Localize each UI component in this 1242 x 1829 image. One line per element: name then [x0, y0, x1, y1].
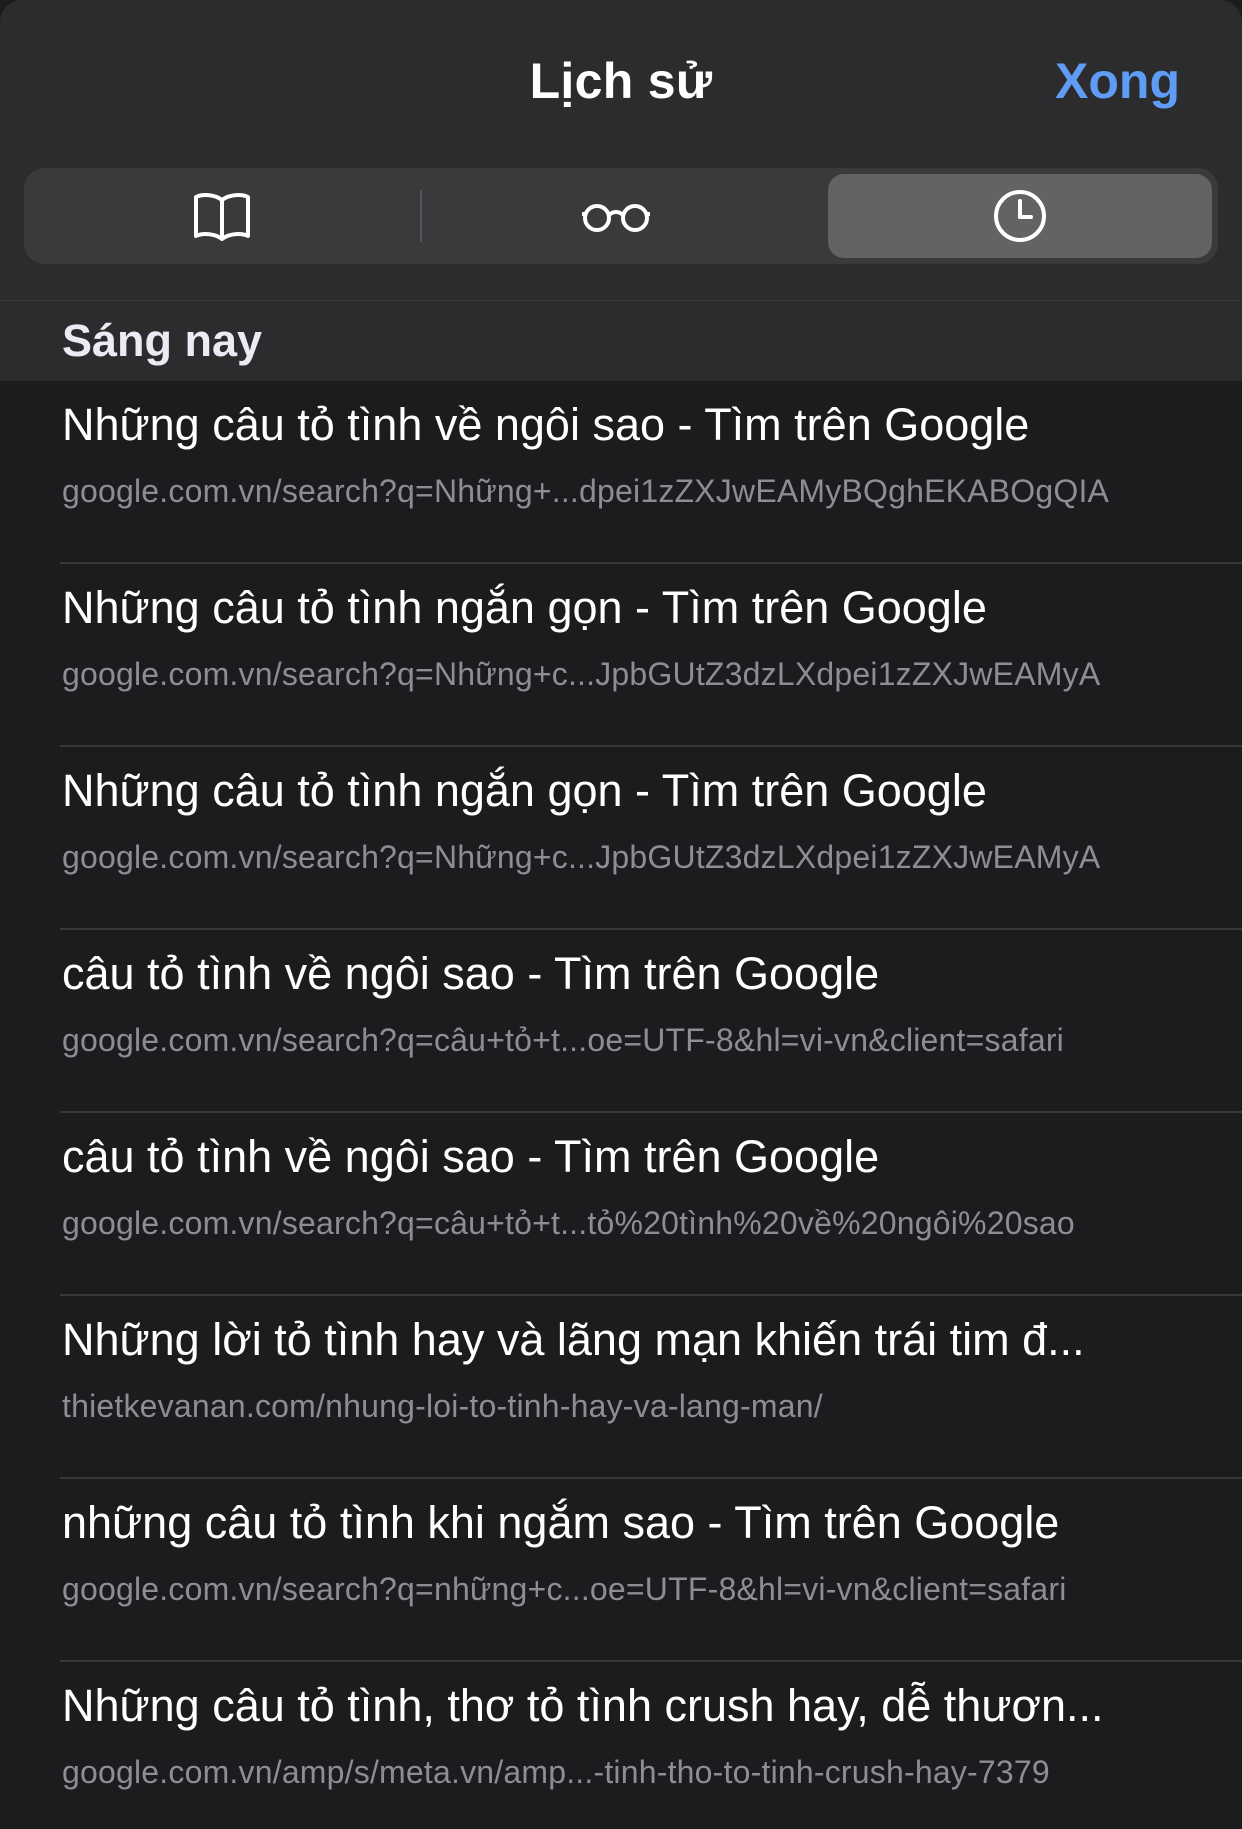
history-item-url: google.com.vn/search?q=những+c...oe=UTF-…	[62, 1571, 1067, 1607]
history-item-title: Những câu tỏ tình, thơ tỏ tình crush hay…	[62, 1680, 1104, 1731]
segment-divider	[420, 190, 422, 242]
history-item-title: những câu tỏ tình khi ngắm sao - Tìm trê…	[62, 1497, 1060, 1548]
history-item[interactable]: Những câu tỏ tình về ngôi sao - Tìm trên…	[0, 381, 1242, 564]
history-item[interactable]: Những lời tỏ tình hay và lãng mạn khiến …	[0, 1296, 1242, 1479]
history-item[interactable]: Những câu tỏ tình ngắn gọn - Tìm trên Go…	[0, 564, 1242, 747]
history-item-title: câu tỏ tình về ngôi sao - Tìm trên Googl…	[62, 1131, 880, 1182]
history-item[interactable]: Những câu tỏ tình, thơ tỏ tình crush hay…	[0, 1662, 1242, 1829]
tab-reading-list[interactable]	[424, 174, 808, 258]
history-item[interactable]: Những câu tỏ tình ngắn gọn - Tìm trên Go…	[0, 747, 1242, 930]
history-item[interactable]: câu tỏ tình về ngôi sao - Tìm trên Googl…	[0, 930, 1242, 1113]
clock-icon	[992, 188, 1048, 244]
tab-history[interactable]	[828, 174, 1212, 258]
section-title: Sáng nay	[62, 315, 263, 366]
history-item-title: Những câu tỏ tình ngắn gọn - Tìm trên Go…	[62, 765, 987, 816]
glasses-icon	[580, 199, 652, 233]
book-icon	[192, 190, 252, 242]
history-item-url: google.com.vn/search?q=câu+tỏ+t...oe=UTF…	[62, 1022, 1064, 1058]
sheet-header: Lịch sử Xong	[0, 0, 1242, 300]
history-item[interactable]: những câu tỏ tình khi ngắm sao - Tìm trê…	[0, 1479, 1242, 1662]
history-item-url: google.com.vn/search?q=Những+...dpei1zZX…	[62, 473, 1110, 509]
history-item-url: google.com.vn/amp/s/meta.vn/amp...-tinh-…	[62, 1754, 1050, 1790]
history-item-url: google.com.vn/search?q=Những+c...JpbGUtZ…	[62, 656, 1101, 692]
history-item-title: Những câu tỏ tình về ngôi sao - Tìm trên…	[62, 399, 1030, 450]
history-item[interactable]: câu tỏ tình về ngôi sao - Tìm trên Googl…	[0, 1113, 1242, 1296]
history-item-title: câu tỏ tình về ngôi sao - Tìm trên Googl…	[62, 948, 880, 999]
segmented-control	[24, 168, 1218, 264]
done-button[interactable]: Xong	[1055, 52, 1180, 110]
tab-bookmarks[interactable]	[30, 174, 414, 258]
history-item-title: Những lời tỏ tình hay và lãng mạn khiến …	[62, 1314, 1085, 1365]
history-item-url: thietkevanan.com/nhung-loi-to-tinh-hay-v…	[62, 1388, 823, 1424]
history-list: Những câu tỏ tình về ngôi sao - Tìm trên…	[0, 381, 1242, 1829]
section-header: Sáng nay	[0, 300, 1242, 381]
history-item-title: Những câu tỏ tình ngắn gọn - Tìm trên Go…	[62, 582, 987, 633]
history-item-url: google.com.vn/search?q=Những+c...JpbGUtZ…	[62, 839, 1101, 875]
history-sheet: Lịch sử Xong Sáng nay Những câu tỏ tình …	[0, 0, 1242, 1829]
history-item-url: google.com.vn/search?q=câu+tỏ+t...tỏ%20t…	[62, 1205, 1075, 1241]
